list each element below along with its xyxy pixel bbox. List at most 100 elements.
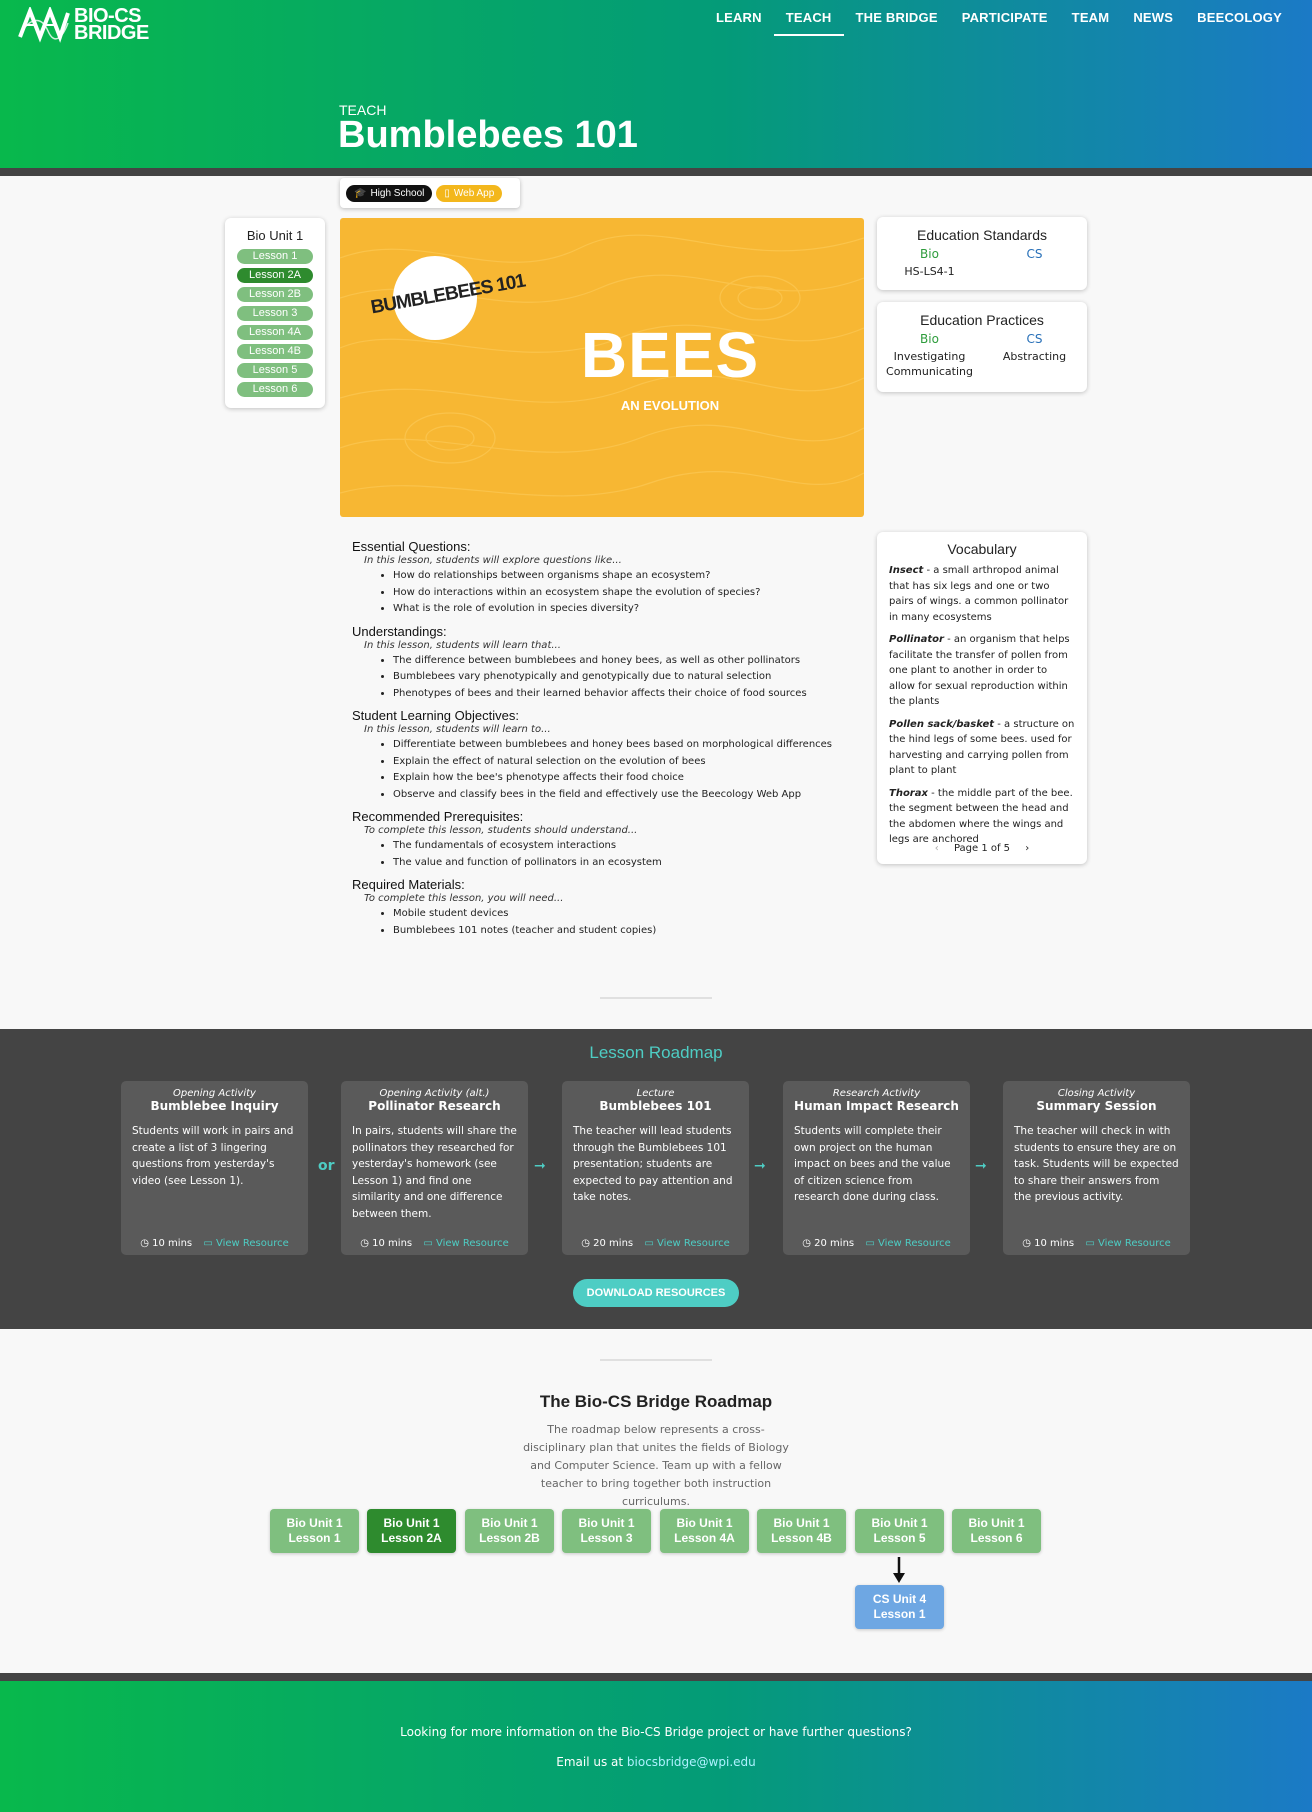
unit-lesson-4b[interactable]: Lesson 4B [237, 344, 313, 359]
list-item: Phenotypes of bees and their learned beh… [393, 686, 852, 703]
node-lesson: Lesson 5 [873, 1531, 926, 1545]
practices-title: Education Practices [920, 312, 1044, 328]
folder-icon: ▭ [203, 1238, 213, 1249]
node-unit: Bio Unit 1 [286, 1516, 343, 1530]
list-item: Observe and classify bees in the field a… [393, 787, 852, 804]
arrow-right-icon: ➞ [754, 1158, 766, 1174]
node-unit: CS Unit 4 [872, 1592, 927, 1606]
section-list: The difference between bumblebees and ho… [393, 653, 852, 703]
roadmap-node-lesson-6[interactable]: Bio Unit 1 Lesson 6 [952, 1509, 1041, 1553]
view-resource-link[interactable]: ▭ View Resource [203, 1238, 288, 1249]
clock-icon: ◷ [1022, 1238, 1031, 1249]
roadmap-node-lesson-4b[interactable]: Bio Unit 1 Lesson 4B [757, 1509, 846, 1553]
vocab-term: Pollen sack/basket - a structure on the … [889, 717, 1075, 779]
activity-time: 10 mins [372, 1238, 413, 1249]
section-intro: To complete this lesson, students should… [364, 825, 638, 836]
standards-cs-label: CS [1026, 247, 1043, 261]
nav-teach[interactable]: TEACH [773, 0, 844, 36]
graduation-cap-icon: 🎓 [354, 187, 367, 199]
download-resources-button[interactable]: DOWNLOAD RESOURCES [573, 1279, 739, 1307]
activity-card: Closing Activity Summary Session The tea… [1003, 1081, 1190, 1255]
list-item: The difference between bumblebees and ho… [393, 653, 852, 670]
section-list: How do relationships between organisms s… [393, 568, 852, 618]
unit-title: Bio Unit 1 [246, 228, 304, 243]
footer-info-text: Looking for more information on the Bio-… [400, 1725, 912, 1739]
education-standards-card: Education Standards Bio HS-LS4-1 CS [877, 217, 1087, 290]
node-unit: Bio Unit 1 [383, 1516, 440, 1530]
roadmap-node-lesson-2a[interactable]: Bio Unit 1 Lesson 2A [367, 1509, 456, 1553]
arrow-down-icon [893, 1557, 905, 1583]
activity-kind: Research Activity [832, 1088, 921, 1099]
activity-kind: Opening Activity (alt.) [379, 1088, 490, 1099]
unit-lesson-2b[interactable]: Lesson 2B [237, 287, 313, 302]
folder-icon: ▭ [644, 1238, 654, 1249]
nav-participate[interactable]: PARTICIPATE [950, 0, 1060, 36]
node-lesson: Lesson 1 [288, 1531, 341, 1545]
logo-text: BIO-CS BRIDGE [74, 6, 149, 44]
lesson-details: Essential Questions: In this lesson, stu… [352, 533, 852, 939]
section-list: Differentiate between bumblebees and hon… [393, 737, 852, 803]
view-resource-link[interactable]: ▭ View Resource [423, 1238, 508, 1249]
view-resource-link[interactable]: ▭ View Resource [644, 1238, 729, 1249]
activity-name: Bumblebee Inquiry [150, 1099, 279, 1113]
node-unit: Bio Unit 1 [578, 1516, 635, 1530]
arrow-right-icon: ➞ [975, 1158, 987, 1174]
roadmap-node-lesson-1[interactable]: Bio Unit 1 Lesson 1 [270, 1509, 359, 1553]
nav-the-bridge[interactable]: THE BRIDGE [844, 0, 950, 36]
node-lesson: Lesson 4A [674, 1531, 735, 1545]
folder-icon: ▭ [423, 1238, 433, 1249]
section-intro: In this lesson, students will learn to..… [364, 724, 551, 735]
site-footer: Looking for more information on the Bio-… [0, 1681, 1312, 1812]
education-practices-card: Education Practices Bio Investigating Co… [877, 302, 1087, 392]
section-heading: Required Materials: [352, 877, 465, 892]
vocab-term: Insect - a small arthropod animal that h… [889, 563, 1075, 625]
nav-news[interactable]: NEWS [1121, 0, 1185, 36]
roadmap-node-lesson-2b[interactable]: Bio Unit 1 Lesson 2B [465, 1509, 554, 1553]
activity-time: 20 mins [814, 1238, 855, 1249]
view-resource-link[interactable]: ▭ View Resource [865, 1238, 950, 1249]
roadmap-node-lesson-5[interactable]: Bio Unit 1 Lesson 5 [855, 1509, 944, 1553]
activity-footer: ◷ 10 mins ▭ View Resource [341, 1238, 528, 1249]
nav-team[interactable]: TEAM [1060, 0, 1122, 36]
roadmap-node-cs-unit-4[interactable]: CS Unit 4 Lesson 1 [855, 1585, 944, 1629]
lesson-roadmap-title: Lesson Roadmap [589, 1043, 723, 1062]
clock-icon: ◷ [802, 1238, 811, 1249]
nav-learn[interactable]: LEARN [704, 0, 774, 36]
activity-time: 10 mins [1034, 1238, 1075, 1249]
activity-footer: ◷ 20 mins ▭ View Resource [562, 1238, 749, 1249]
chevron-right-icon[interactable]: › [1025, 843, 1029, 854]
activity-time: 10 mins [152, 1238, 193, 1249]
activity-card: Research Activity Human Impact Research … [783, 1081, 970, 1255]
footer-email-link[interactable]: biocsbridge@wpi.edu [627, 1755, 756, 1769]
list-item: The fundamentals of ecosystem interactio… [393, 838, 852, 855]
vocab-term-name: Insect [889, 565, 924, 576]
site-logo[interactable]: BIO-CS BRIDGE [18, 6, 149, 44]
section-list: The fundamentals of ecosystem interactio… [393, 838, 852, 871]
practices-bio-item: Investigating [893, 350, 966, 363]
activity-description: The teacher will check in with students … [1014, 1125, 1179, 1203]
unit-lesson-1[interactable]: Lesson 1 [237, 249, 313, 264]
activity-footer: ◷ 20 mins ▭ View Resource [783, 1238, 970, 1249]
roadmap-node-lesson-3[interactable]: Bio Unit 1 Lesson 3 [562, 1509, 651, 1553]
section-heading: Understandings: [352, 623, 447, 639]
unit-lesson-3[interactable]: Lesson 3 [237, 306, 313, 321]
list-item: Differentiate between bumblebees and hon… [393, 737, 852, 754]
chevron-left-icon[interactable]: ‹ [935, 843, 939, 854]
activity-footer: ◷ 10 mins ▭ View Resource [1003, 1238, 1190, 1249]
logo-line2: BRIDGE [74, 22, 149, 44]
roadmap-node-lesson-4a[interactable]: Bio Unit 1 Lesson 4A [660, 1509, 749, 1553]
unit-lesson-4a[interactable]: Lesson 4A [237, 325, 313, 340]
activity-name: Pollinator Research [368, 1099, 501, 1113]
vocab-page-label: Page 1 of 5 [953, 843, 1011, 854]
view-resource-label: View Resource [1097, 1238, 1171, 1249]
unit-lesson-5[interactable]: Lesson 5 [237, 363, 313, 378]
unit-lesson-2a[interactable]: Lesson 2A [237, 268, 313, 283]
list-item: The value and function of pollinators in… [393, 855, 852, 872]
vocabulary-card: Vocabulary Insect - a small arthropod an… [877, 532, 1087, 864]
footer-contact: Email us at biocsbridge@wpi.edu [0, 1755, 1312, 1769]
unit-lesson-6[interactable]: Lesson 6 [237, 382, 313, 397]
main-nav: LEARN TEACH THE BRIDGE PARTICIPATE TEAM … [704, 0, 1294, 36]
nav-beecology[interactable]: BEECOLOGY [1185, 0, 1294, 36]
view-resource-link[interactable]: ▭ View Resource [1085, 1238, 1170, 1249]
section-divider [600, 1359, 712, 1361]
